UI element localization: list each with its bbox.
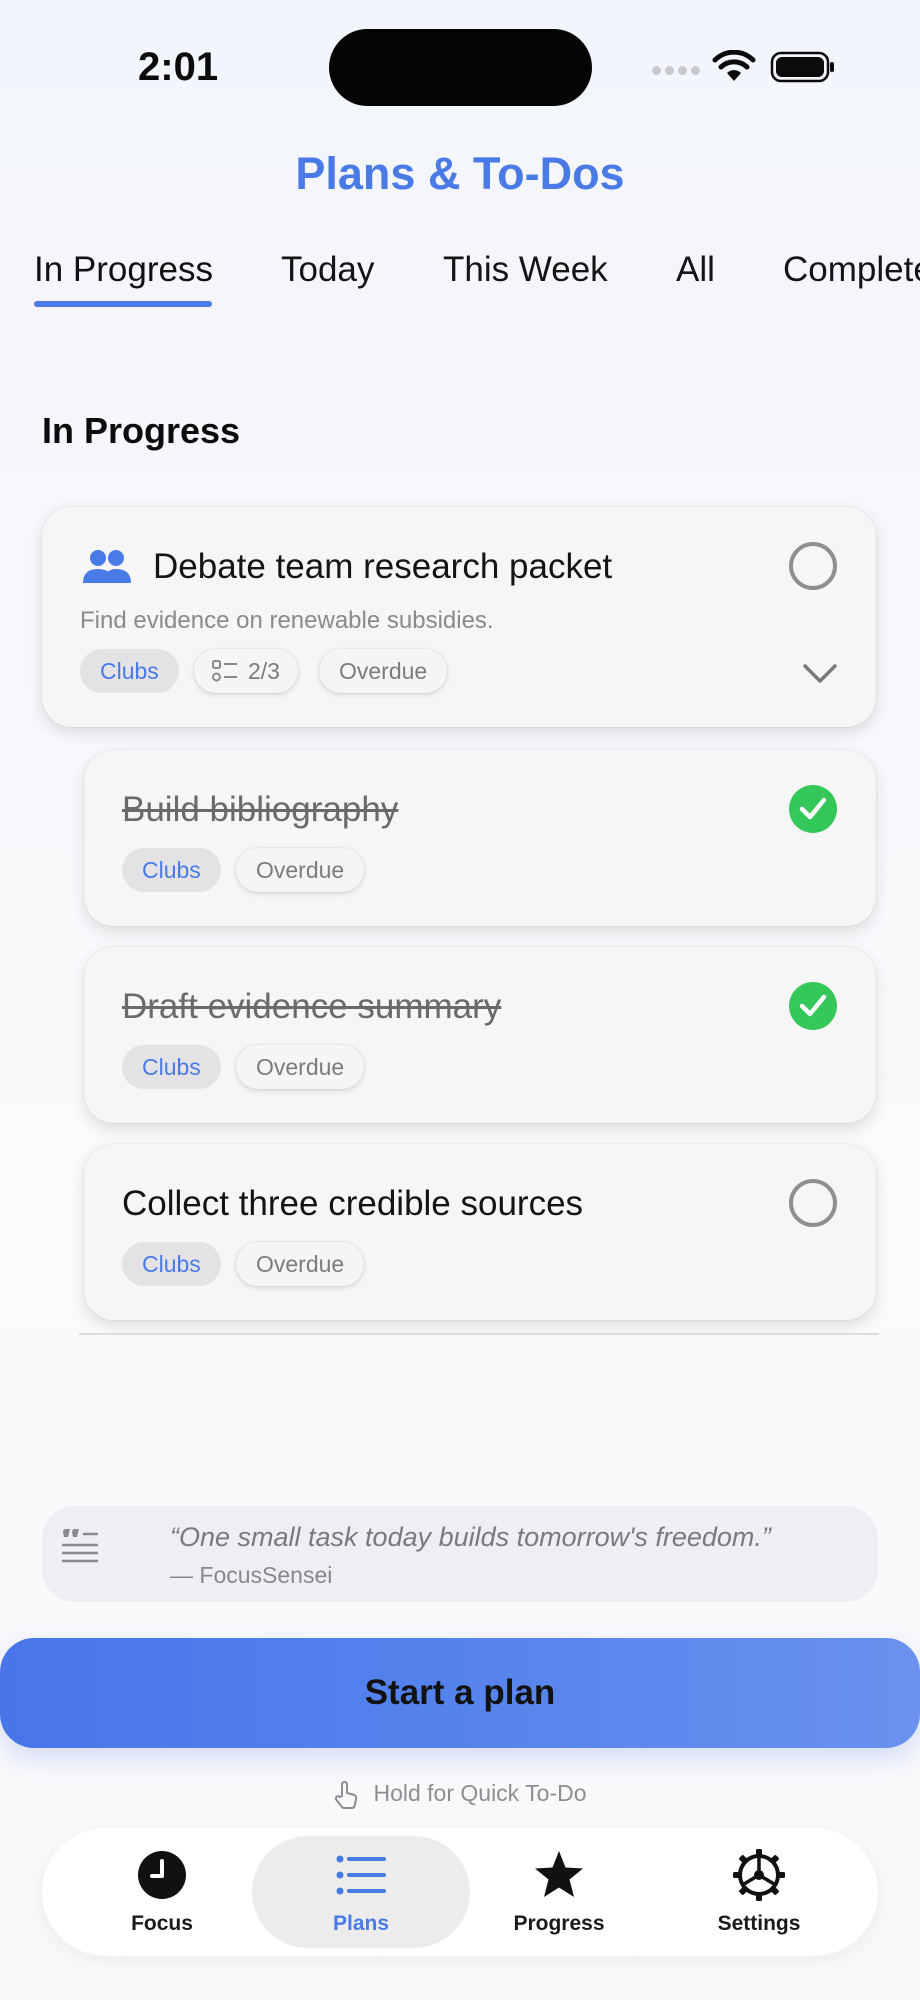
subtask-title: Build bibliography [122,790,399,829]
status-chip: Overdue [319,649,448,693]
tab-completed[interactable]: Completed [783,250,920,290]
filter-tabs: In Progress Today This Week All Complete… [34,250,920,310]
list-icon [336,1855,386,1895]
steps-progress-label: 2/3 [248,658,280,684]
nav-focus-label: Focus [131,1912,193,1935]
subtask-complete-toggle[interactable] [789,982,837,1030]
quote-icon [62,1529,98,1563]
nav-settings-label: Settings [717,1912,801,1935]
chevron-down-icon[interactable] [802,662,838,686]
subtask-card[interactable]: Draft evidence summary Clubs Overdue [84,947,876,1123]
steps-progress-chip: 2/3 [194,649,298,693]
cellular-signal-icon [652,66,700,75]
quick-todo-hint-label: Hold for Quick To-Do [373,1780,587,1807]
nav-plans-label: Plans [332,1912,390,1935]
people-icon [83,550,131,583]
plan-description: Find evidence on renewable subsidies. [80,607,494,634]
dynamic-island [329,29,592,106]
subtask-title: Draft evidence summary [122,987,502,1026]
category-chip: Clubs [122,1242,221,1286]
gear-icon [733,1849,785,1901]
quick-todo-hint: Hold for Quick To-Do [0,1780,920,1810]
nav-plans[interactable]: Plans [252,1836,470,1948]
status-bar: 2:01 [0,0,920,130]
plan-card[interactable]: Debate team research packet Find evidenc… [42,507,876,727]
tab-this-week[interactable]: This Week [443,250,608,290]
subtask-title: Collect three credible sources [122,1184,584,1223]
active-tab-indicator [34,301,212,307]
bottom-tab-bar: Focus Plans Progress Settings [42,1828,878,1956]
subtask-complete-toggle[interactable] [789,785,837,833]
checklist-icon [212,660,237,682]
page-title: Plans & To-Dos [295,148,625,199]
quote-text: “One small task today builds tomorrow's … [170,1522,771,1552]
battery-icon [770,51,834,83]
quote-card: “One small task today builds tomorrow's … [42,1506,878,1602]
quote-author: — FocusSensei [170,1562,333,1588]
category-chip: Clubs [80,649,179,693]
hand-tap-icon [335,1781,358,1809]
status-chip: Overdue [236,848,365,892]
clock-icon [138,1851,186,1899]
tab-today[interactable]: Today [281,250,374,290]
status-time: 2:01 [138,45,219,89]
section-title: In Progress [42,410,241,451]
tab-all[interactable]: All [676,250,715,290]
start-plan-label: Start a plan [364,1673,556,1712]
subtask-complete-toggle[interactable] [789,1179,837,1227]
nav-settings[interactable]: Settings [659,1836,859,1948]
tab-in-progress[interactable]: In Progress [34,250,213,290]
start-plan-button[interactable]: Start a plan [0,1638,920,1748]
subtask-card[interactable]: Collect three credible sources Clubs Ove… [84,1144,876,1320]
plan-complete-toggle[interactable] [789,542,837,590]
nav-progress-label: Progress [513,1912,605,1935]
status-chip: Overdue [236,1242,365,1286]
nav-focus[interactable]: Focus [62,1836,262,1948]
checkmark-icon [799,797,827,820]
status-chip: Overdue [236,1045,365,1089]
category-chip: Clubs [122,1045,221,1089]
list-divider [79,1333,879,1335]
category-chip: Clubs [122,848,221,892]
plan-title: Debate team research packet [153,547,613,586]
wifi-icon [712,50,756,81]
subtask-card[interactable]: Build bibliography Clubs Overdue [84,750,876,926]
star-icon [535,1851,583,1897]
nav-progress[interactable]: Progress [459,1836,659,1948]
checkmark-icon [799,994,827,1017]
